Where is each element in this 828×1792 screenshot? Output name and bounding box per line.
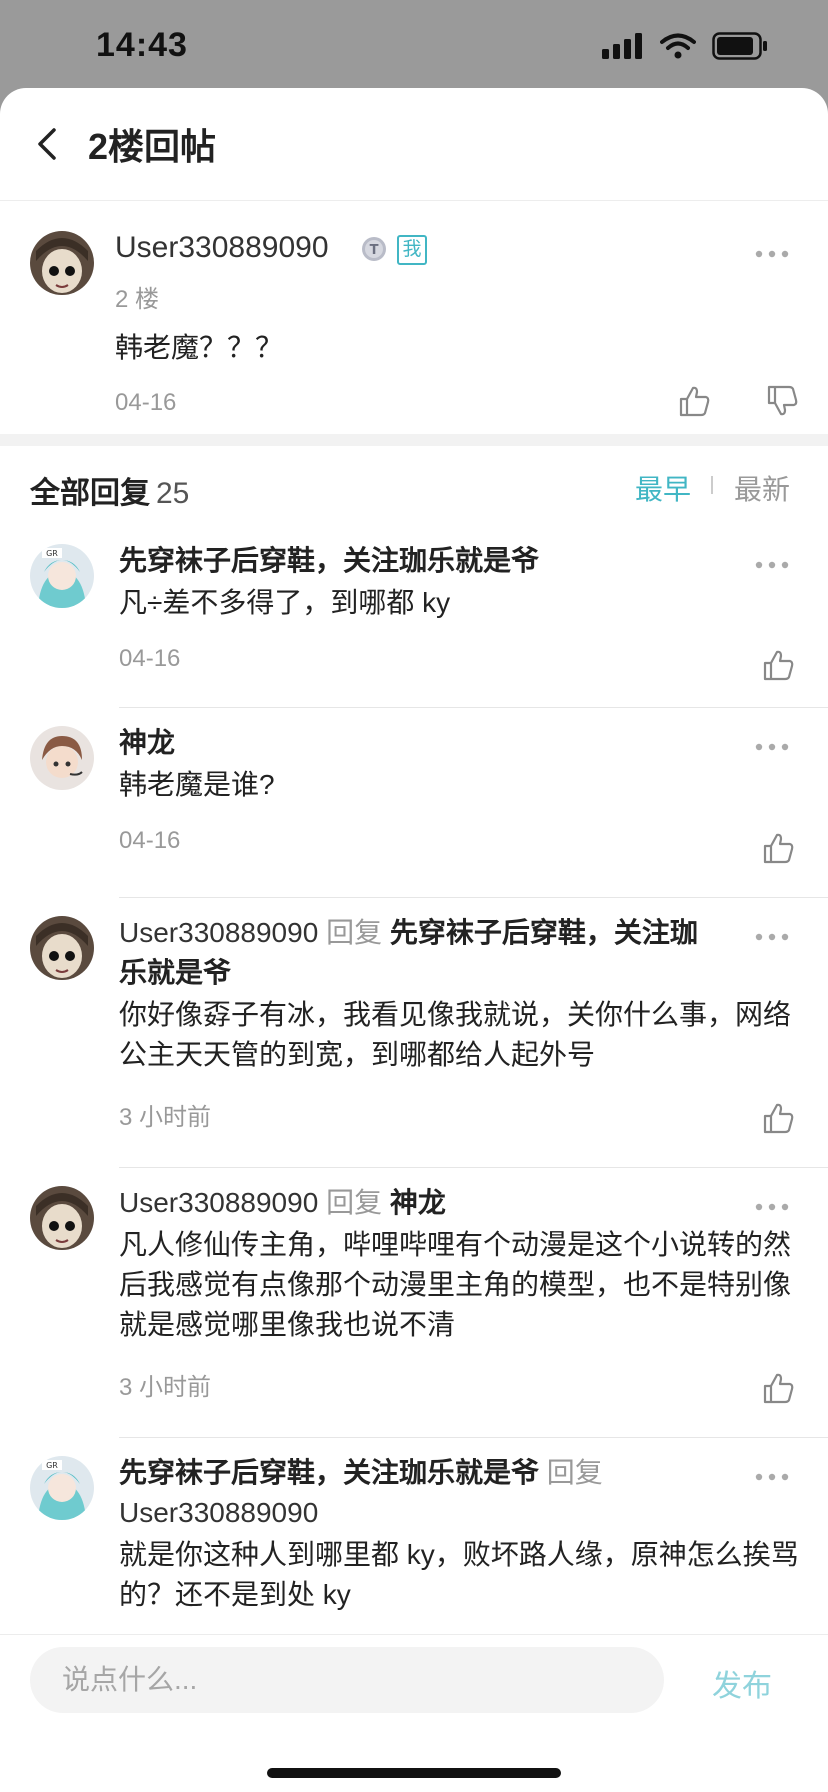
reply-header: 先穿袜子后穿鞋，关注珈乐就是爷 (119, 541, 759, 581)
replies-header: 全部回复 25 最早 最新 (0, 446, 828, 526)
reply-body: 神龙 韩老魔是谁? 04-16 (119, 723, 759, 855)
svg-text:T: T (370, 243, 379, 258)
reply-word: 回复 (546, 1457, 603, 1488)
reply-content: 凡÷差不多得了，到哪都 ky (119, 587, 451, 618)
avatar[interactable] (30, 726, 94, 790)
reply-time: 04-16 (119, 827, 181, 854)
avatar[interactable] (30, 1186, 94, 1250)
reply-item: GR 先穿袜子后穿鞋，关注珈乐就是爷 回复 User330889090 就是你这… (0, 1438, 828, 1634)
avatar[interactable]: GR (30, 544, 94, 608)
thumb-up-icon[interactable] (762, 1371, 796, 1405)
post-content: 韩老魔？？？ (115, 332, 284, 363)
reply-author[interactable]: User330889090 (119, 917, 318, 948)
home-indicator[interactable] (267, 1768, 561, 1778)
thumb-up-icon[interactable] (762, 831, 796, 865)
reply-content: 韩老魔是谁? (119, 769, 275, 800)
thumb-up-icon[interactable] (762, 648, 796, 682)
reply-item: 神龙 韩老魔是谁? 04-16 (0, 708, 828, 898)
reply-time: 3 小时前 (119, 1374, 212, 1401)
reply-body: User330889090 回复 神龙 凡人修仙传主角，哔哩哔哩有个动漫是这个小… (119, 1183, 799, 1402)
reply-header: 神龙 (119, 723, 759, 763)
reply-body: 先穿袜子后穿鞋，关注珈乐就是爷 凡÷差不多得了，到哪都 ky 04-16 (119, 541, 759, 673)
svg-text:GR: GR (46, 1461, 58, 1470)
replies-label: 全部回复 (30, 477, 150, 510)
reply-content: 你好像孬子有冰，我看见像我就说，关你什么事，网络公主天天管的到宽，到哪都给人起外… (119, 999, 792, 1070)
reply-time: 3 小时前 (119, 1104, 212, 1131)
reply-author[interactable]: 神龙 (119, 727, 175, 758)
reply-content: 就是你这种人到哪里都 ky，败坏路人缘，原神怎么挨骂的？还不是到处 ky (119, 1539, 799, 1610)
section-divider (0, 434, 828, 446)
avatar[interactable]: GR (30, 1456, 94, 1520)
status-bar: 14:43 (0, 0, 828, 88)
floor-number: 2 楼 (115, 286, 160, 313)
comment-input[interactable] (30, 1647, 664, 1713)
reply-body: 先穿袜子后穿鞋，关注珈乐就是爷 回复 User330889090 就是你这种人到… (119, 1453, 799, 1615)
thumb-down-icon[interactable] (766, 384, 800, 418)
avatar[interactable] (30, 231, 94, 295)
back-icon[interactable] (28, 122, 68, 166)
more-options-icon[interactable] (754, 560, 790, 570)
battery-icon (712, 32, 767, 60)
reply-word: 回复 (326, 1187, 383, 1218)
reply-item: GR 先穿袜子后穿鞋，关注珈乐就是爷 凡÷差不多得了，到哪都 ky 04-16 (0, 526, 828, 708)
replies-count: 25 (156, 477, 190, 510)
reply-to-user[interactable]: User330889090 (119, 1497, 318, 1528)
reply-word: 回复 (326, 917, 383, 948)
reply-item: User330889090 回复 先穿袜子后穿鞋，关注珈乐就是爷 你好像孬子有冰… (0, 898, 828, 1168)
reply-to-user[interactable]: 神龙 (390, 1187, 446, 1218)
sort-separator (711, 476, 713, 494)
reply-author[interactable]: 先穿袜子后穿鞋，关注珈乐就是爷 (119, 1457, 539, 1488)
reply-header: 先穿袜子后穿鞋，关注珈乐就是爷 回复 User330889090 (119, 1453, 719, 1533)
me-badge: 我 (397, 235, 427, 265)
sort-oldest-tab[interactable]: 最早 (635, 468, 691, 508)
original-post: User330889090 T 我 2 楼 韩老魔？？？ 04-16 (0, 201, 828, 434)
svg-text:GR: GR (46, 549, 58, 558)
reply-item: User330889090 回复 神龙 凡人修仙传主角，哔哩哔哩有个动漫是这个小… (0, 1168, 828, 1438)
reply-header: User330889090 回复 先穿袜子后穿鞋，关注珈乐就是爷 (119, 913, 719, 993)
reply-time: 04-16 (119, 645, 181, 672)
more-options-icon[interactable] (754, 742, 790, 752)
status-icons (602, 32, 768, 60)
thumb-up-icon[interactable] (678, 384, 712, 418)
reply-author[interactable]: 先穿袜子后穿鞋，关注珈乐就是爷 (119, 545, 539, 576)
reply-detail-sheet: 2楼回帖 User330889090 T 我 2 楼 韩老魔？？？ 04-16 (0, 88, 828, 1792)
reply-body: User330889090 回复 先穿袜子后穿鞋，关注珈乐就是爷 你好像孬子有冰… (119, 913, 791, 1132)
wifi-icon (660, 33, 696, 59)
more-options-icon[interactable] (754, 249, 790, 259)
post-date: 04-16 (115, 389, 177, 416)
sort-newest-tab[interactable]: 最新 (734, 468, 790, 508)
more-options-icon[interactable] (754, 1472, 790, 1482)
reply-author[interactable]: User330889090 (119, 1187, 318, 1218)
avatar[interactable] (30, 916, 94, 980)
reply-header: User330889090 回复 神龙 (119, 1183, 799, 1223)
nav-bar: 2楼回帖 (0, 88, 828, 201)
publish-button[interactable]: 发布 (712, 1661, 772, 1705)
replies-title: 全部回复 25 (30, 468, 189, 512)
post-username[interactable]: User330889090 (115, 231, 329, 265)
more-options-icon[interactable] (754, 932, 790, 942)
signal-icon (602, 33, 642, 59)
level-badge-icon: T (362, 237, 386, 261)
status-time: 14:43 (96, 26, 188, 64)
more-options-icon[interactable] (754, 1202, 790, 1212)
reply-content: 凡人修仙传主角，哔哩哔哩有个动漫是这个小说转的然后我感觉有点像那个动漫里主角的模… (119, 1229, 792, 1340)
page-title: 2楼回帖 (88, 126, 217, 167)
thumb-up-icon[interactable] (762, 1101, 796, 1135)
